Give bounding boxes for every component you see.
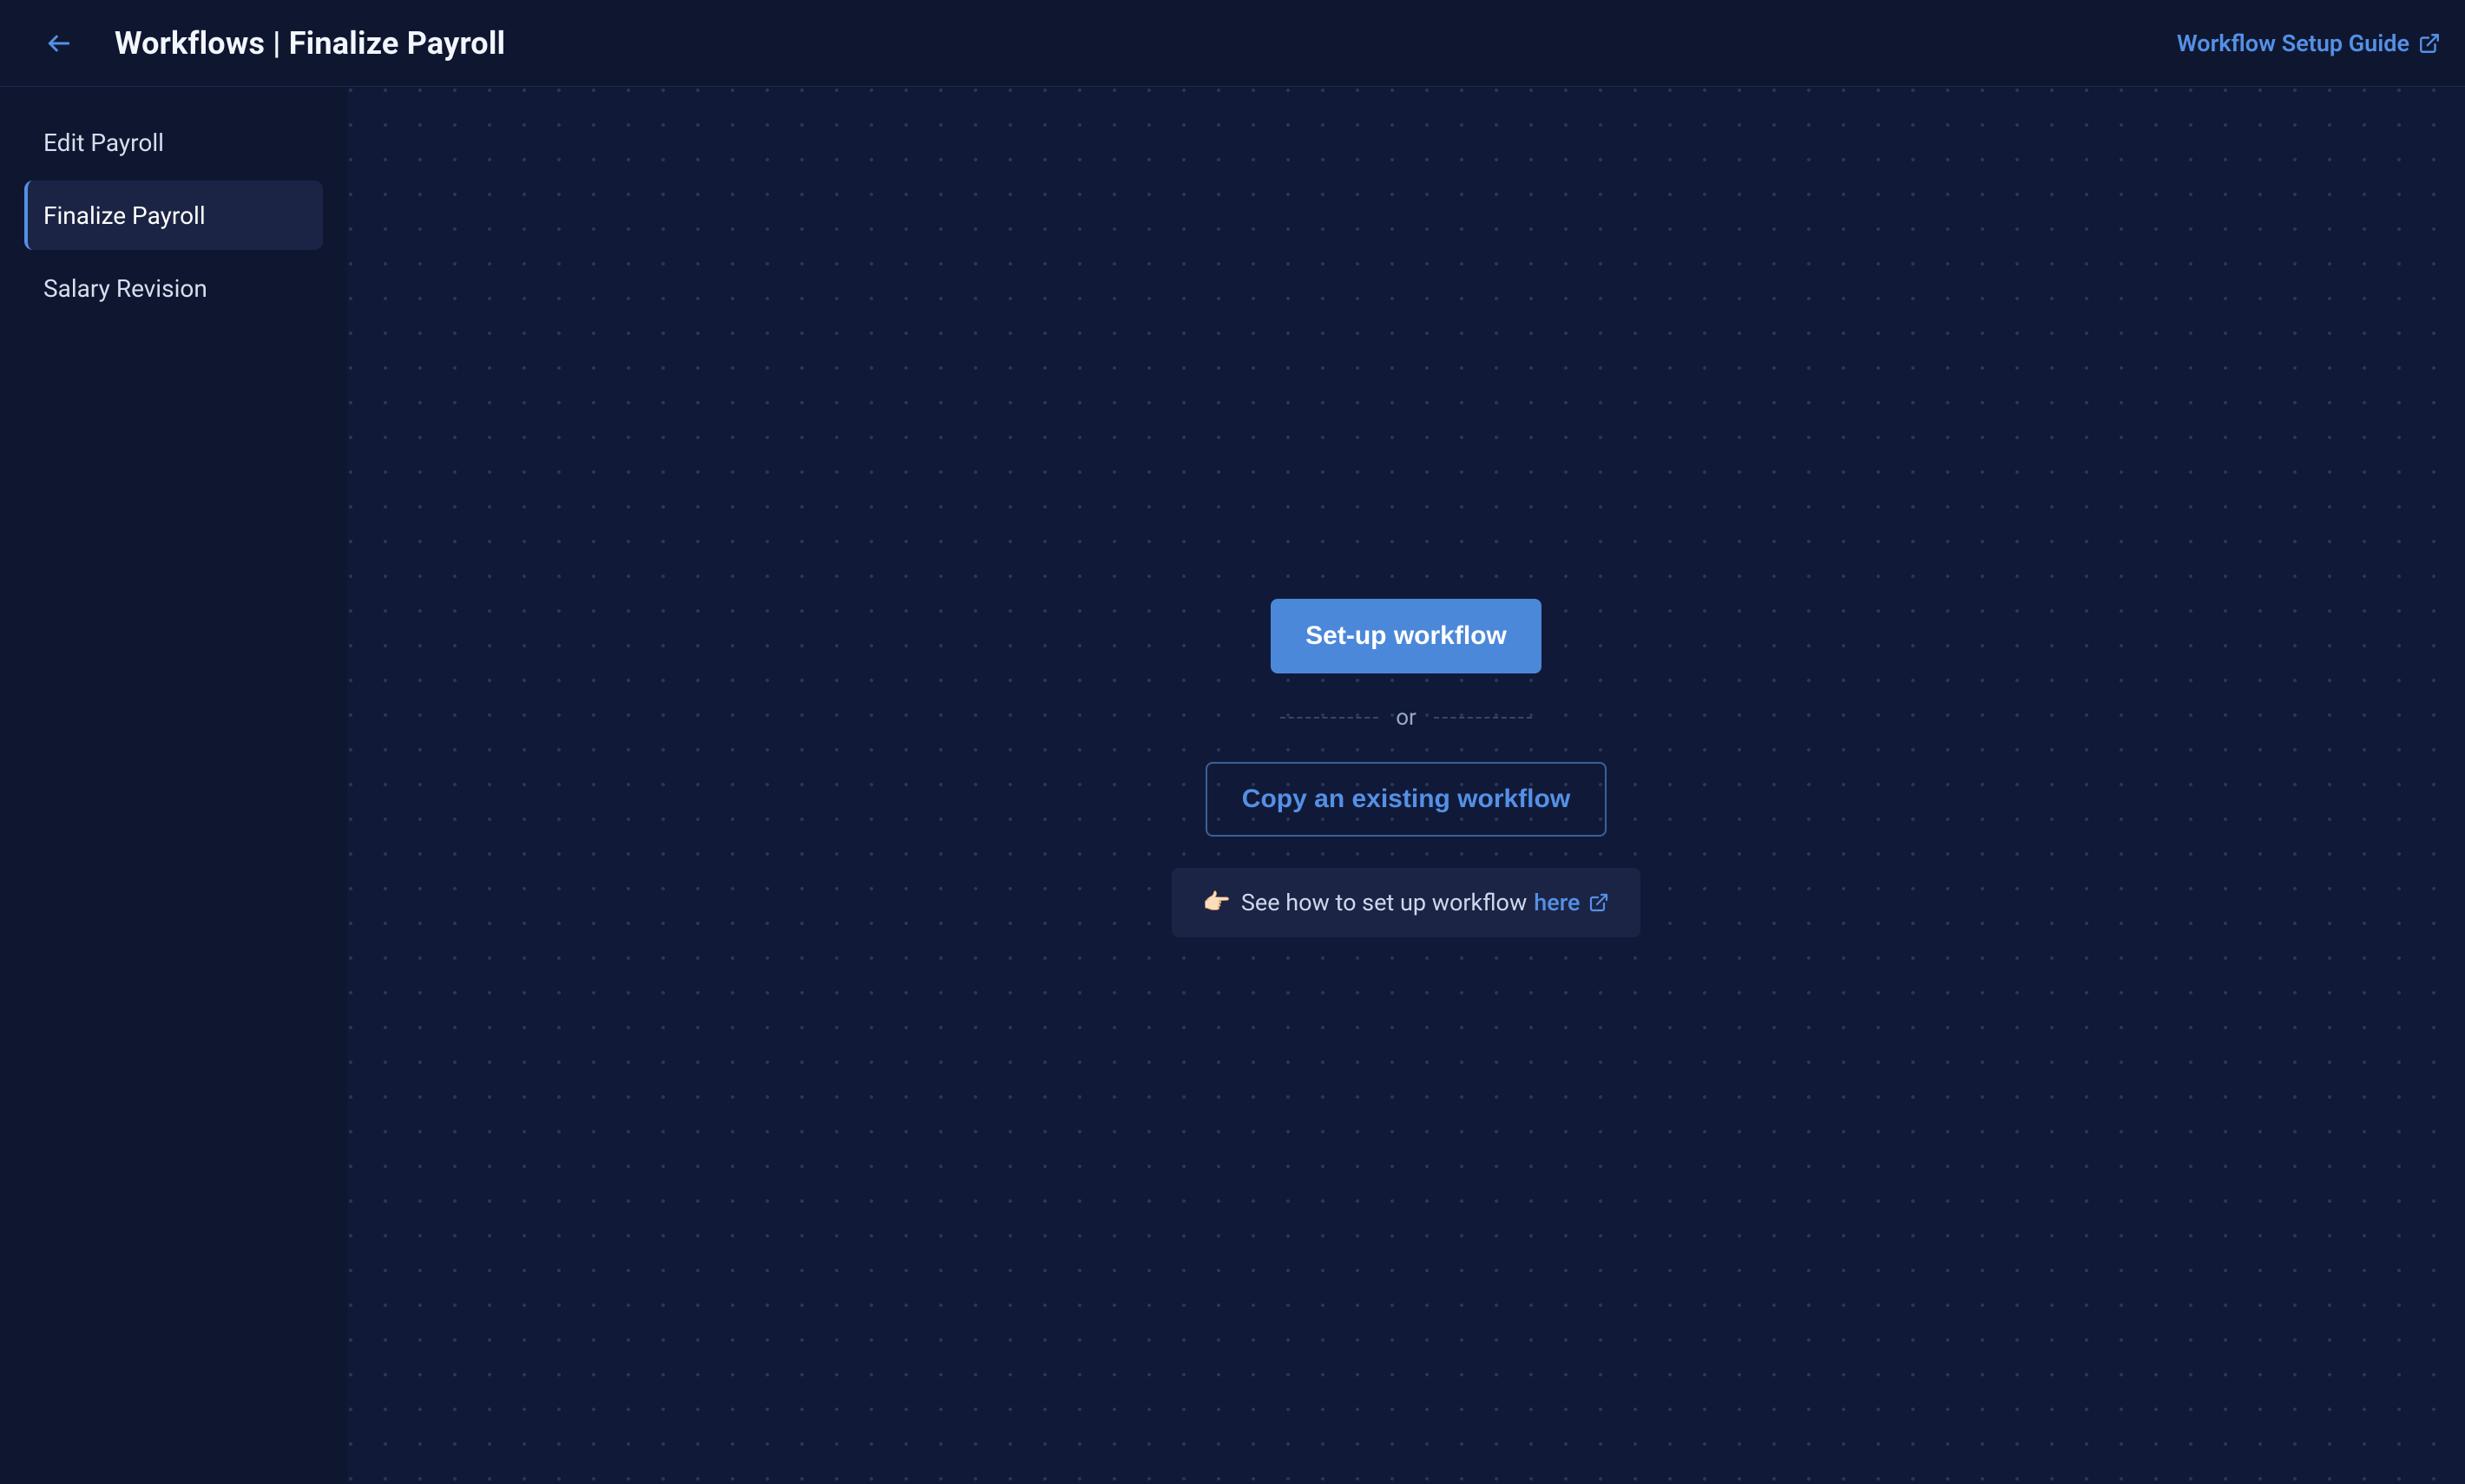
divider-text: or: [1396, 705, 1417, 731]
setup-hint: 👉🏻 See how to set up workflow here: [1172, 868, 1641, 937]
divider-line: [1280, 717, 1378, 719]
sidebar-item-edit-payroll[interactable]: Edit Payroll: [24, 108, 323, 177]
hint-here-link[interactable]: here: [1534, 889, 1609, 916]
workflow-setup-guide-link[interactable]: Workflow Setup Guide: [2177, 30, 2441, 57]
hint-text: See how to set up workflow: [1241, 889, 1527, 916]
external-link-icon: [1588, 892, 1609, 913]
header-left: Workflows | Finalize Payroll: [42, 25, 505, 62]
workflow-canvas: Set-up workflow or Copy an existing work…: [347, 87, 2465, 1484]
external-link-icon: [2418, 32, 2441, 55]
page-title: Workflows | Finalize Payroll: [115, 25, 505, 62]
or-divider: or: [1280, 705, 1532, 731]
sidebar-item-label: Salary Revision: [43, 274, 207, 303]
arrow-left-icon: [45, 30, 73, 57]
back-button[interactable]: [42, 26, 76, 61]
sidebar-item-salary-revision[interactable]: Salary Revision: [24, 253, 323, 323]
sidebar-item-label: Finalize Payroll: [43, 201, 206, 230]
copy-existing-workflow-button[interactable]: Copy an existing workflow: [1206, 762, 1607, 837]
sidebar-item-label: Edit Payroll: [43, 128, 164, 157]
empty-state: Set-up workflow or Copy an existing work…: [1172, 599, 1641, 937]
pointing-hand-icon: 👉🏻: [1203, 890, 1231, 916]
sidebar-item-finalize-payroll[interactable]: Finalize Payroll: [24, 181, 323, 250]
divider-line: [1434, 717, 1532, 719]
setup-workflow-button[interactable]: Set-up workflow: [1271, 599, 1541, 673]
hint-link-label: here: [1534, 889, 1580, 916]
page-header: Workflows | Finalize Payroll Workflow Se…: [0, 0, 2465, 87]
sidebar: Edit Payroll Finalize Payroll Salary Rev…: [0, 87, 347, 1484]
guide-link-label: Workflow Setup Guide: [2177, 30, 2409, 57]
